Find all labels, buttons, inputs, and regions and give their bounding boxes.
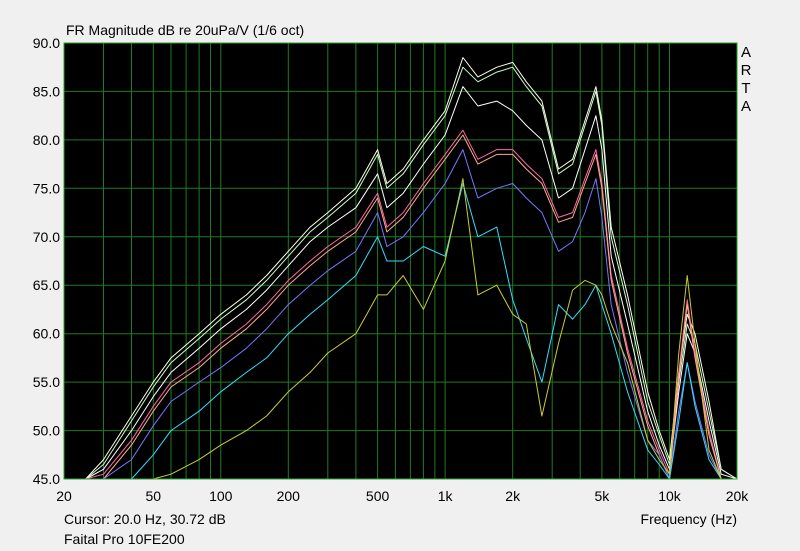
y-tick-label: 75.0 xyxy=(33,180,60,196)
x-tick-label: 500 xyxy=(366,488,390,504)
x-axis-label: Frequency (Hz) xyxy=(640,511,737,527)
x-tick-label: 200 xyxy=(277,488,301,504)
cursor-readout: Cursor: 20.0 Hz, 30.72 dB xyxy=(64,511,226,527)
y-tick-label: 90.0 xyxy=(33,35,60,51)
y-tick-label: 55.0 xyxy=(33,374,60,390)
x-tick-label: 10k xyxy=(658,488,682,504)
y-tick-label: 60.0 xyxy=(33,326,60,342)
brand-letter: R xyxy=(740,62,752,79)
arta-brand: A R T A xyxy=(739,44,753,116)
x-tick-label: 20 xyxy=(56,488,72,504)
device-name: Faital Pro 10FE200 xyxy=(64,531,185,547)
y-tick-label: 70.0 xyxy=(33,229,60,245)
brand-letter: A xyxy=(740,44,751,61)
x-tick-label: 20k xyxy=(726,488,750,504)
y-tick-label: 45.0 xyxy=(33,471,60,487)
y-tick-label: 65.0 xyxy=(33,277,60,293)
chart-title: FR Magnitude dB re 20uPa/V (1/6 oct) xyxy=(66,22,305,38)
y-tick-label: 80.0 xyxy=(33,132,60,148)
brand-letter: T xyxy=(741,80,751,97)
x-tick-label: 1k xyxy=(438,488,454,504)
x-tick-label: 5k xyxy=(595,488,611,504)
x-tick-label: 50 xyxy=(146,488,162,504)
y-tick-label: 85.0 xyxy=(33,83,60,99)
x-tick-label: 2k xyxy=(505,488,521,504)
frequency-response-chart: 20 50 100 200 500 1k 2k 5k 10k 20k 45.0 50.0 55.0 60.… xyxy=(33,35,750,504)
y-tick-label: 50.0 xyxy=(33,423,60,439)
x-tick-label: 100 xyxy=(209,488,233,504)
brand-letter: A xyxy=(740,98,751,115)
